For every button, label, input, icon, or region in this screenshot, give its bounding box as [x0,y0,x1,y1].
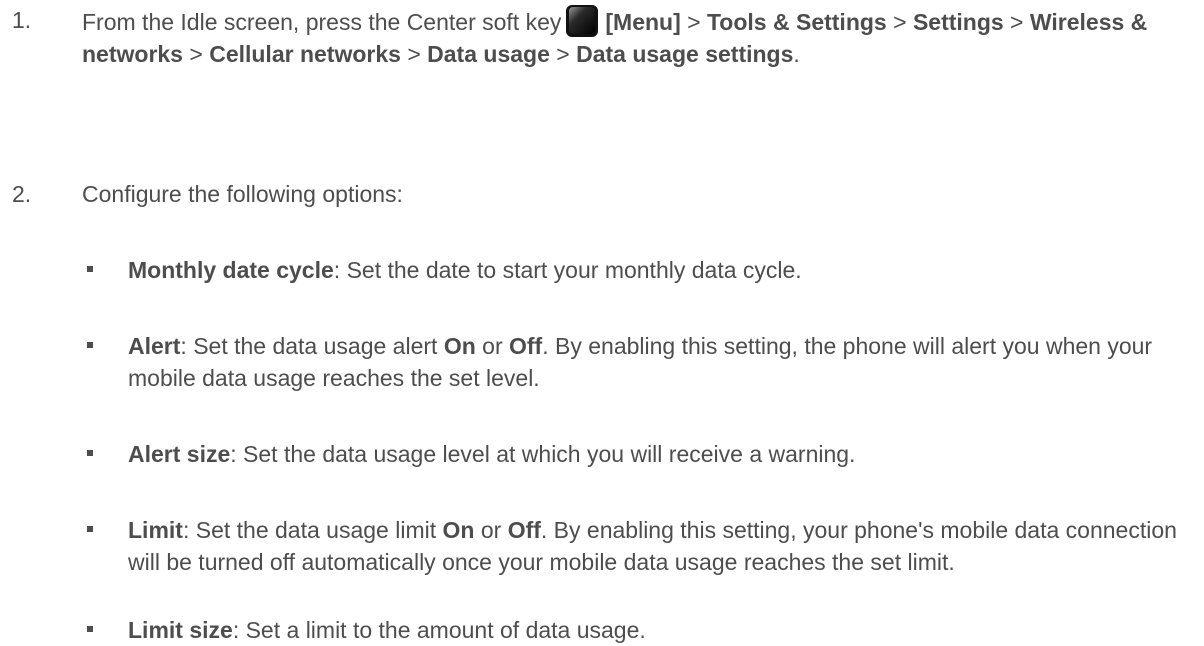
option-term: Limit [128,517,183,543]
center-soft-key-icon [565,4,599,38]
path-separator: > [549,41,577,67]
option-term: Alert [128,333,181,359]
step-end-punctuation: . [793,41,800,67]
bullet-icon [87,450,93,456]
option-description: Set the date to start your monthly data … [346,257,802,283]
option-text: Limit size: Set a limit to the amount of… [128,614,1202,646]
path-item-cellular-networks: Cellular networks [209,41,401,67]
bullet-icon [87,626,93,632]
option-text: Limit: Set the data usage limit On or Of… [128,514,1202,578]
value-off: Off [507,517,541,543]
path-separator: > [400,41,428,67]
path-separator: > [1003,9,1030,35]
value-off: Off [509,333,543,359]
menu-label: [Menu] [605,9,681,35]
step-text: Configure the following options: [82,181,403,207]
value-on: On [442,517,475,543]
option-text: Alert: Set the data usage alert On or Of… [128,330,1202,394]
step-intro-text: From the Idle screen, press the Center s… [82,9,562,35]
bullet-icon [87,526,93,532]
option-term: Monthly date cycle [128,257,334,283]
term-separator: : [182,517,196,543]
option-description: Set the data usage level at which you wi… [243,441,856,467]
path-item-data-usage: Data usage [427,41,550,67]
option-term: Limit size [128,617,233,643]
option-text: Monthly date cycle: Set the date to star… [128,254,1202,286]
path-item-tools-settings: Tools & Settings [706,9,887,35]
term-separator: : [180,333,194,359]
option-text: Alert size: Set the data usage level at … [128,438,1202,470]
path-separator: > [680,9,707,35]
term-separator: : [230,441,244,467]
option-description: Set the data usage alert [193,333,444,359]
option-term: Alert size [128,441,231,467]
path-item-data-usage-settings: Data usage settings [576,41,794,67]
or-text: or [474,517,508,543]
option-description: Set a limit to the amount of data usage. [245,617,646,643]
bullet-icon [87,342,93,348]
path-separator: > [182,41,210,67]
term-separator: : [333,257,347,283]
path-separator: > [886,9,913,35]
option-description: Set the data usage limit [195,517,443,543]
bullet-icon [87,266,93,272]
step-text: From the Idle screen, press the Center s… [82,4,1192,70]
step-number: 2. [12,181,32,207]
or-text: or [475,333,509,359]
path-item-settings: Settings [912,9,1004,35]
step-number: 1. [12,7,32,33]
term-separator: : [232,617,246,643]
value-on: On [443,333,476,359]
